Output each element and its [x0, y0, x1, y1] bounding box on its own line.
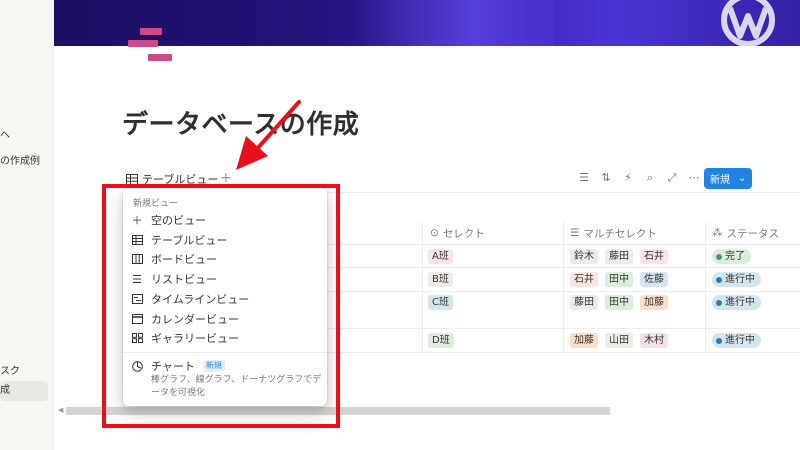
select-tag[interactable]: A班: [428, 249, 453, 264]
status-column-icon: ⁂: [712, 227, 723, 239]
multi-tag[interactable]: 田中: [605, 295, 633, 310]
multi-tag[interactable]: 石井: [570, 272, 598, 287]
sidebar: へ の作成例 スク 成: [0, 0, 54, 450]
status-label: 完了: [725, 251, 745, 262]
column-divider: [422, 222, 423, 352]
multi-tag[interactable]: 山田: [605, 333, 633, 348]
multi-tag[interactable]: 木村: [640, 333, 668, 348]
multi-tag[interactable]: 石井: [640, 249, 668, 264]
status-label: 進行中: [725, 335, 755, 346]
automation-icon[interactable]: ⚡: [622, 170, 634, 186]
column-divider: [563, 222, 564, 352]
scroll-left-icon[interactable]: ◀: [58, 406, 63, 414]
multi-tag[interactable]: 藤田: [605, 249, 633, 264]
status-badge[interactable]: 進行中: [712, 333, 761, 348]
multi-tag[interactable]: 加藤: [640, 295, 668, 310]
select-tag[interactable]: D班: [428, 333, 454, 348]
filter-icon[interactable]: ☰: [578, 170, 590, 186]
chevron-down-icon[interactable]: ⌄: [738, 173, 746, 184]
select-column-icon: ⊙: [430, 227, 439, 239]
sidebar-item-4-label: 成: [0, 385, 10, 396]
select-tag[interactable]: B班: [428, 272, 453, 287]
status-badge[interactable]: 完了: [712, 249, 751, 264]
multi-tag[interactable]: 田中: [605, 272, 633, 287]
page-icon[interactable]: [124, 26, 176, 66]
sidebar-item-2[interactable]: の作成例: [0, 152, 40, 167]
column-header-status[interactable]: ⁂ ステータス: [712, 222, 779, 244]
multi-tag[interactable]: 鈴木: [570, 249, 598, 264]
column-header-label: ステータス: [726, 227, 780, 240]
expand-icon[interactable]: ⤢: [666, 170, 678, 186]
view-toolbar: ☰ ⇅ ⚡ ⌕ ⤢ ⋯: [578, 170, 700, 186]
sidebar-item-4[interactable]: 成: [0, 381, 48, 401]
multi-tag[interactable]: 藤田: [570, 295, 598, 310]
status-label: 進行中: [725, 274, 755, 285]
search-icon[interactable]: ⌕: [644, 170, 656, 186]
column-header-select[interactable]: ⊙ セレクト: [430, 222, 485, 244]
multi-tag[interactable]: 加藤: [570, 333, 598, 348]
column-header-label: セレクト: [442, 227, 485, 240]
column-header-label: マルチセレクト: [583, 227, 657, 240]
sort-icon[interactable]: ⇅: [600, 170, 612, 186]
sidebar-item-1[interactable]: へ: [0, 126, 10, 141]
status-label: 進行中: [725, 297, 755, 308]
multi-tag[interactable]: 佐藤: [640, 272, 668, 287]
new-button[interactable]: 新規 ⌄: [704, 168, 752, 189]
select-tag[interactable]: C班: [428, 295, 453, 310]
sidebar-item-3[interactable]: スク: [0, 362, 20, 377]
more-icon[interactable]: ⋯: [688, 170, 700, 186]
column-header-multiselect[interactable]: ☰ マルチセレクト: [570, 222, 657, 244]
status-badge[interactable]: 進行中: [712, 272, 761, 287]
new-button-label: 新規: [710, 175, 730, 186]
page-title[interactable]: データベースの作成: [122, 104, 359, 141]
table-icon: [126, 173, 138, 185]
cover-logo-icon: [721, 0, 775, 46]
highlight-box: [102, 184, 340, 428]
column-divider: [705, 222, 706, 352]
status-badge[interactable]: 進行中: [712, 295, 761, 310]
list-column-icon: ☰: [570, 227, 580, 239]
